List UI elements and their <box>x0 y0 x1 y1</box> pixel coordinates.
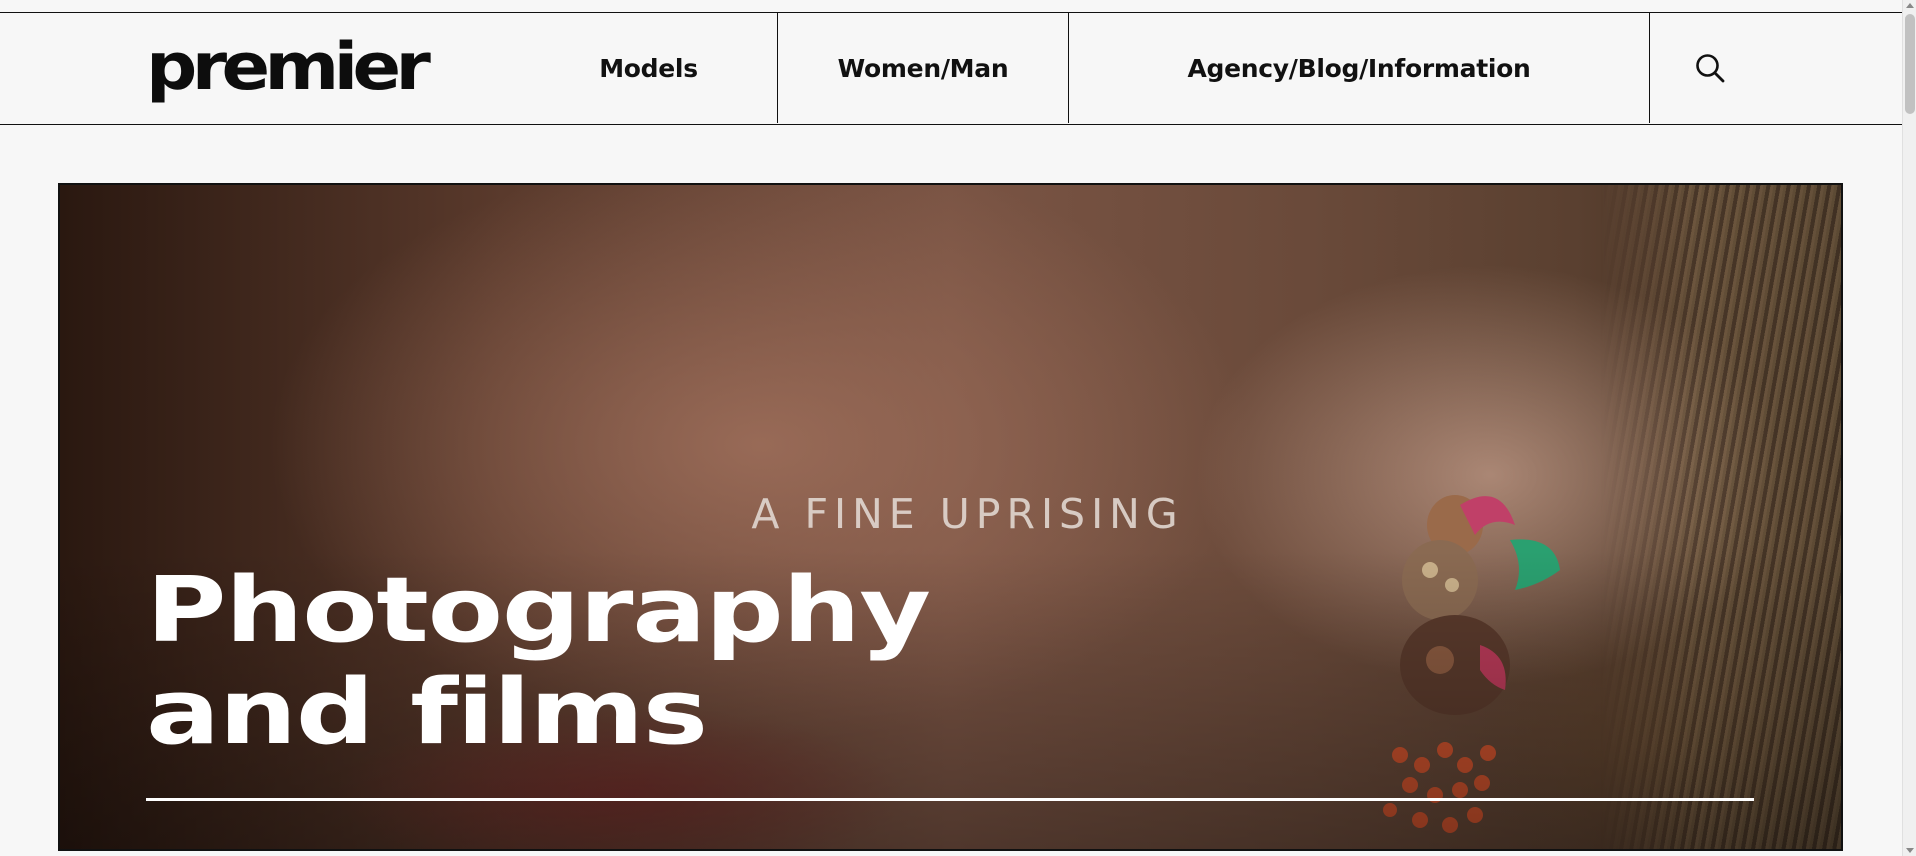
scroll-up-arrow-icon[interactable] <box>1906 3 1914 8</box>
hero-title-line-1: Photography <box>146 558 931 663</box>
search-button[interactable] <box>1649 13 1769 123</box>
nav-models[interactable]: Models <box>520 13 777 123</box>
site-header: premier Models Women/Man Agency/Blog/Inf… <box>0 12 1902 125</box>
site-logo[interactable]: premier <box>146 35 431 100</box>
nav-women-man[interactable]: Women/Man <box>777 13 1068 123</box>
hero-divider <box>146 798 1754 801</box>
scrollbar-thumb[interactable] <box>1905 14 1915 114</box>
hero-title: Photography and films <box>146 558 931 765</box>
nav-agency-blog-information[interactable]: Agency/Blog/Information <box>1068 13 1649 123</box>
search-icon <box>1696 54 1725 83</box>
page-scrollbar[interactable] <box>1902 0 1916 856</box>
hero-title-line-2: and films <box>146 660 708 765</box>
hero-banner[interactable]: A FINE UPRISING Photography and films <box>58 183 1843 851</box>
hero-tagline: A FINE UPRISING <box>751 490 1184 538</box>
scroll-down-arrow-icon[interactable] <box>1906 848 1914 853</box>
